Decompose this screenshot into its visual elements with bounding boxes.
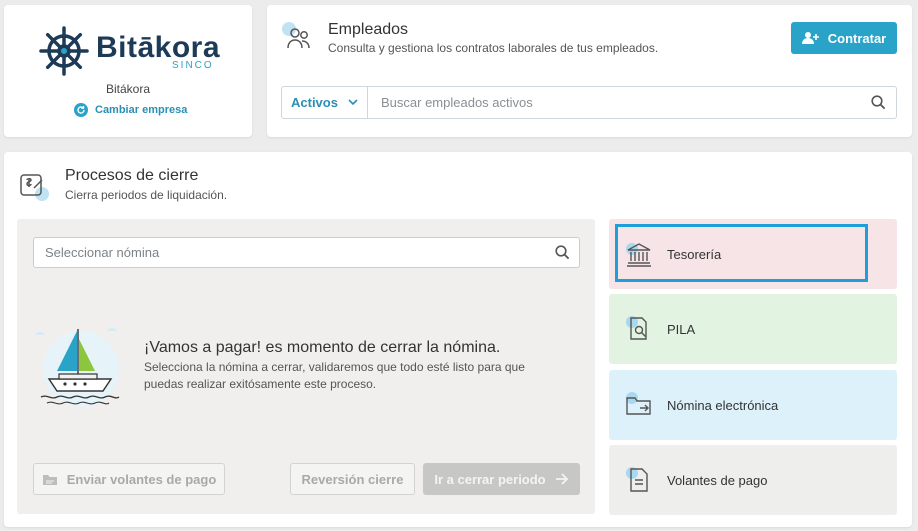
sailboat-illustration <box>35 328 120 407</box>
refresh-icon <box>74 103 88 117</box>
employee-search-input[interactable] <box>368 87 860 118</box>
payroll-select[interactable] <box>33 237 580 268</box>
search-icon[interactable] <box>860 87 896 118</box>
change-company-link[interactable]: Cambiar empresa <box>74 102 187 118</box>
employee-search: Activos <box>281 86 897 119</box>
shortcut-label: PILA <box>667 321 696 337</box>
employees-title: Empleados <box>328 21 409 38</box>
bank-icon <box>624 239 654 269</box>
closing-processes-card: Procesos de cierre Cierra periodos de li… <box>4 152 912 527</box>
payroll-select-input[interactable] <box>34 238 545 267</box>
close-period-label: Ir a cerrar periodo <box>434 471 546 487</box>
shortcut-nomina-electronica[interactable]: Nómina electrónica <box>609 370 897 440</box>
revert-close-label: Reversión cierre <box>301 471 404 487</box>
employees-subtitle: Consulta y gestiona los contratos labora… <box>328 41 659 55</box>
send-payslips-label: Enviar volantes de pago <box>66 471 217 487</box>
close-period-button[interactable]: Ir a cerrar periodo <box>423 463 580 495</box>
company-logo: Bitākora SINCO <box>38 25 228 77</box>
shortcut-label: Nómina electrónica <box>667 397 779 413</box>
company-card: Bitākora SINCO Bitákora Cambiar empresa <box>4 5 252 137</box>
payroll-close-panel: ¡Vamos a pagar! es momento de cerrar la … <box>17 219 595 514</box>
empty-state-title: ¡Vamos a pagar! es momento de cerrar la … <box>144 339 501 356</box>
revert-close-button[interactable]: Reversión cierre <box>290 463 415 495</box>
search-icon[interactable] <box>545 245 579 260</box>
hire-button-label: Contratar <box>827 30 887 46</box>
payroll-icon <box>18 170 52 202</box>
closing-title: Procesos de cierre <box>65 167 199 184</box>
hire-button[interactable]: Contratar <box>791 22 897 54</box>
company-name: Bitákora <box>105 82 151 96</box>
status-value: Activos <box>291 95 338 110</box>
employees-card: Empleados Consulta y gestiona los contra… <box>267 5 912 137</box>
document-icon <box>624 465 654 495</box>
status-dropdown[interactable]: Activos <box>282 87 368 118</box>
people-icon <box>281 21 315 55</box>
empty-state-description: Selecciona la nómina a cerrar, validarem… <box>144 360 525 391</box>
folder-arrow-icon <box>624 390 654 420</box>
ship-wheel-icon <box>39 26 89 76</box>
chevron-down-icon <box>348 99 358 106</box>
closing-subtitle: Cierra periodos de liquidación. <box>65 188 228 202</box>
send-payslips-button[interactable]: Enviar volantes de pago <box>33 463 225 495</box>
change-company-label: Cambiar empresa <box>95 104 188 116</box>
shortcut-volantes-de-pago[interactable]: Volantes de pago <box>609 445 897 515</box>
shortcut-label: Volantes de pago <box>667 472 768 488</box>
shortcut-label: Tesorería <box>667 246 722 262</box>
add-user-icon <box>801 32 819 44</box>
folder-icon <box>42 474 57 485</box>
document-search-icon <box>624 314 654 344</box>
shortcut-tesoreria[interactable]: Tesorería <box>609 219 897 289</box>
arrow-right-icon <box>555 473 568 485</box>
shortcut-pila[interactable]: PILA <box>609 294 897 364</box>
